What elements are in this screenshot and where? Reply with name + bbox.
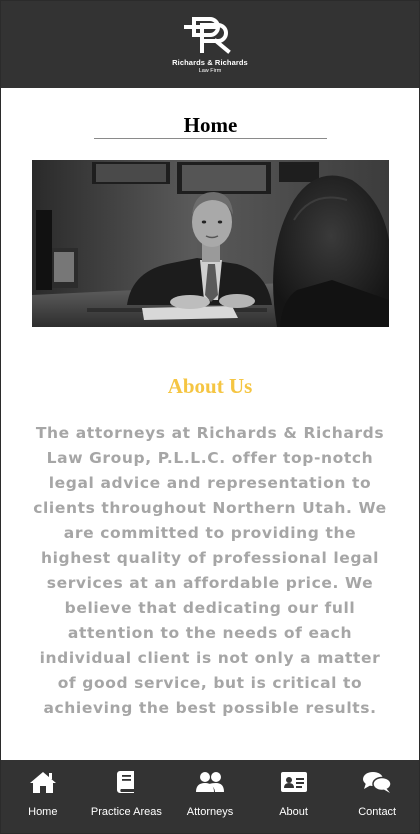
page: Richards & Richards Law Firm Home About … [0,0,420,834]
about-paragraph: The attorneys at Richards & Richards Law… [33,424,387,717]
hero-photo [32,160,389,327]
nav-label-about: About [279,806,308,818]
nav-item-practice-areas[interactable]: Practice Areas [85,760,169,833]
logo-subtitle: Law Firm [198,68,222,74]
title-underline [94,138,327,139]
nav-item-home[interactable]: Home [1,760,85,833]
attorney-meeting-image [32,160,389,327]
page-title: Home [183,113,238,137]
logo-name: Richards & Richards [172,58,248,67]
nav-label-contact: Contact [358,806,397,818]
users-icon [195,770,225,794]
site-header: Richards & Richards Law Firm [1,1,419,88]
chat-bubbles-icon [362,770,392,794]
bottom-navigation: Home Practice Areas Attorneys About Cont… [1,760,419,833]
id-card-icon [279,770,309,794]
nav-label-home: Home [28,806,58,818]
nav-item-attorneys[interactable]: Attorneys [168,760,252,833]
nav-label-practice-areas: Practice Areas [90,806,162,818]
nav-item-about[interactable]: About [252,760,336,833]
nav-item-contact[interactable]: Contact [335,760,419,833]
site-logo[interactable]: Richards & Richards Law Firm [159,13,261,79]
home-icon [28,770,58,794]
nav-label-attorneys: Attorneys [186,806,234,818]
rr-monogram-icon [184,17,231,54]
book-icon [111,770,141,794]
about-heading: About Us [167,374,253,398]
